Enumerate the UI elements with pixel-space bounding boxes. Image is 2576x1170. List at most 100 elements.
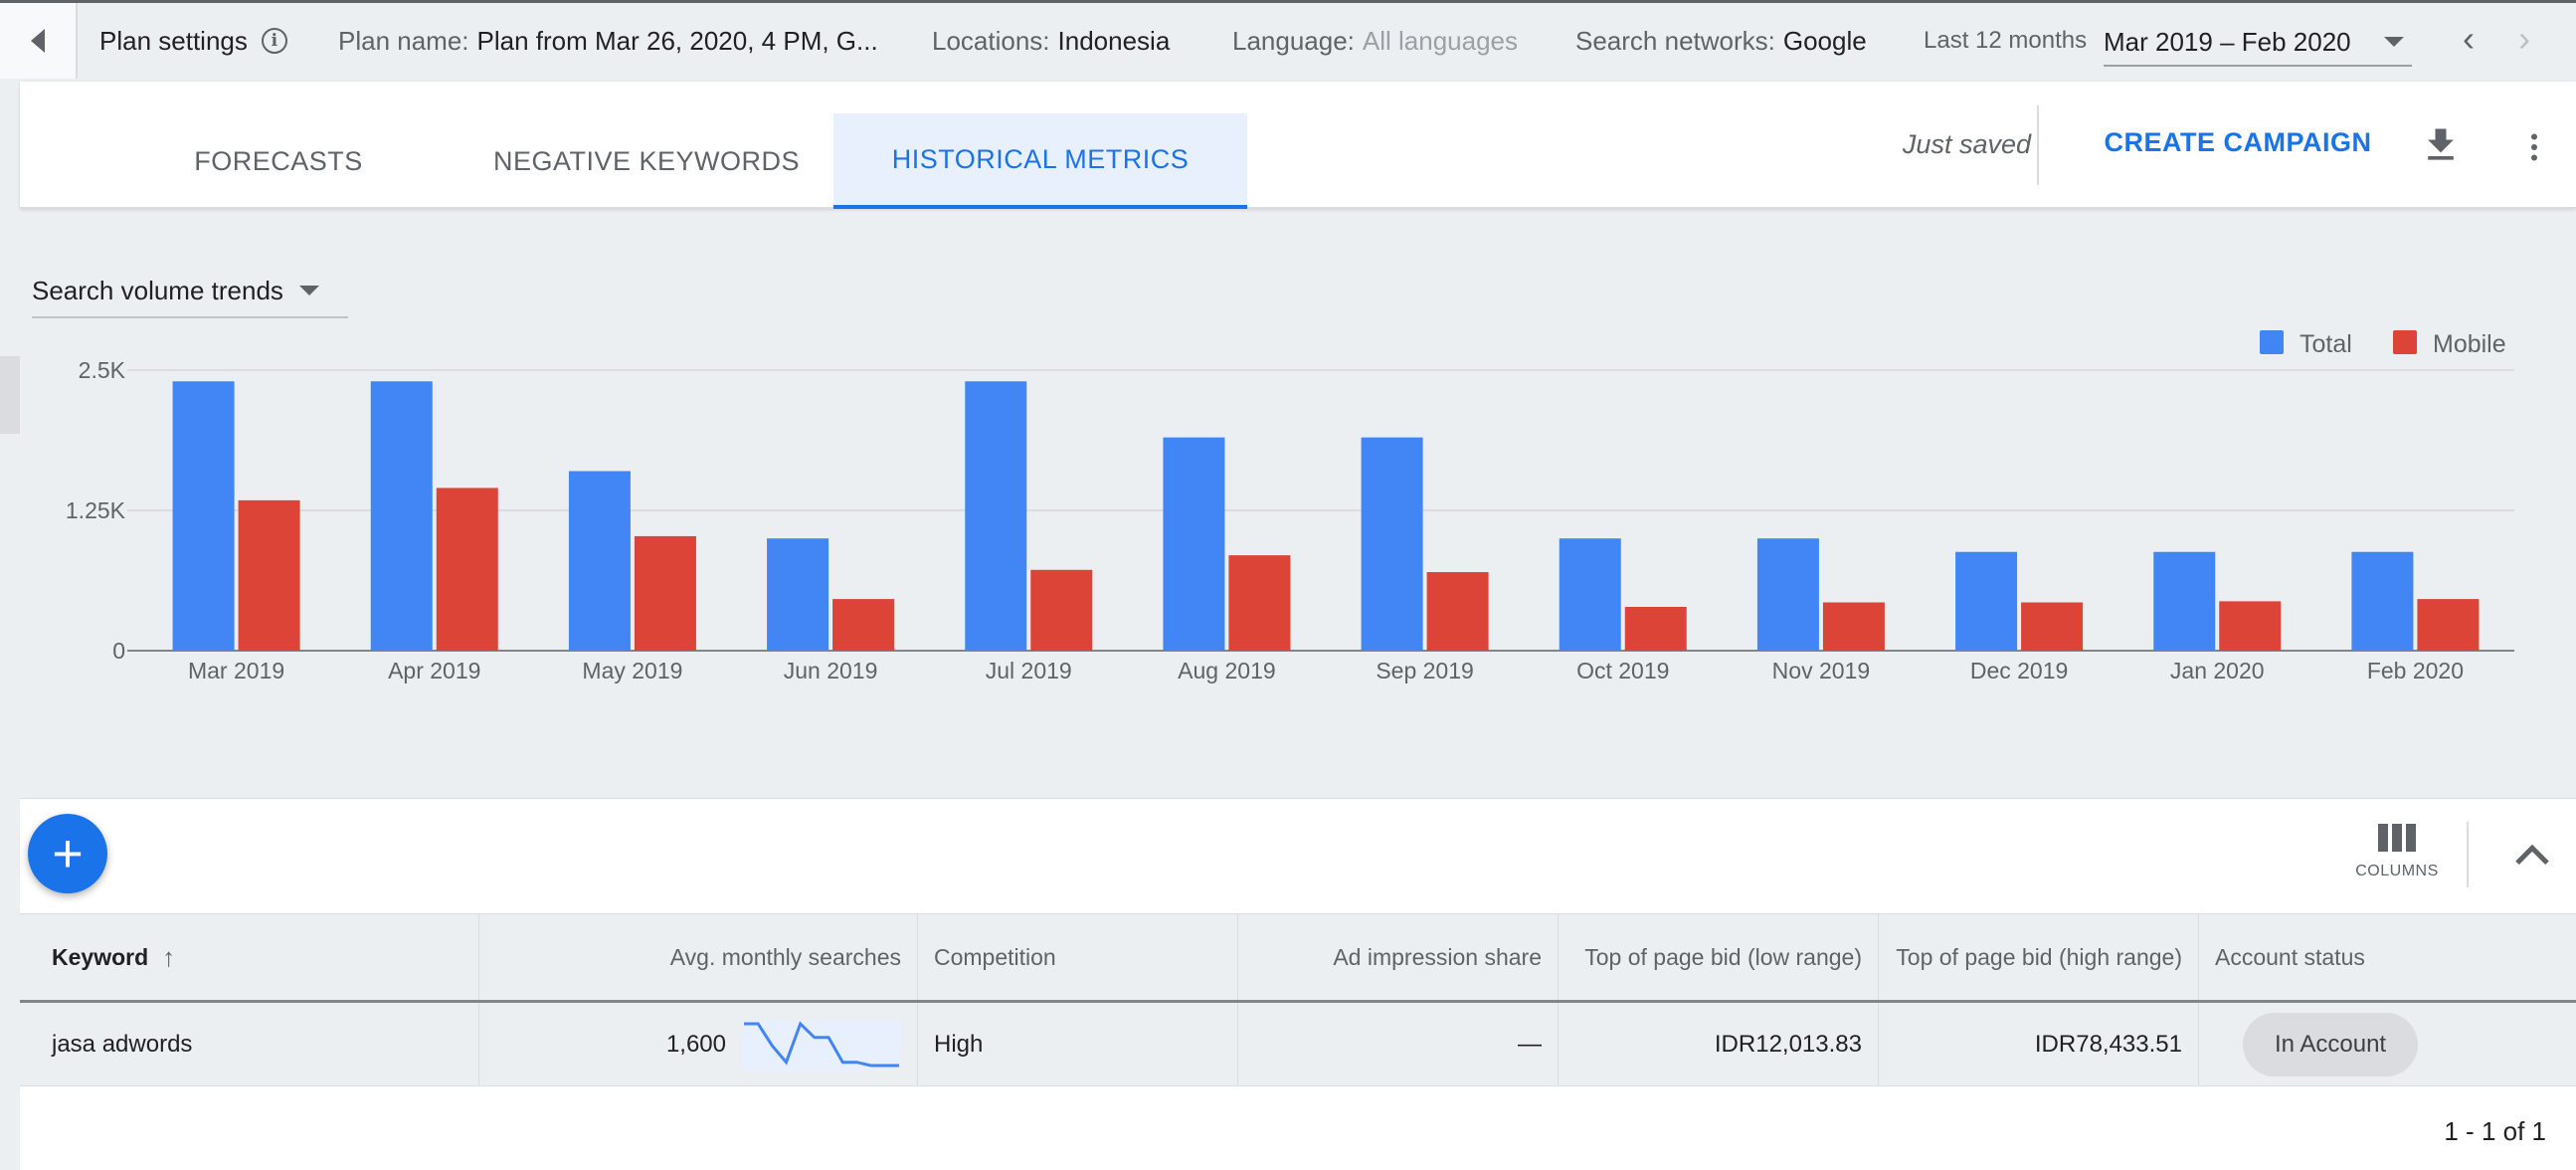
language-label: Language: (1232, 25, 1355, 56)
legend-label: Mobile (2433, 330, 2506, 358)
language[interactable]: Language: All languages (1232, 3, 1518, 79)
locations-label: Locations: (932, 25, 1050, 56)
bar-total (370, 381, 433, 651)
divider (2467, 822, 2469, 887)
bar-total (1361, 437, 1423, 651)
bar-total (1955, 551, 2018, 651)
bar-mobile (1228, 555, 1291, 651)
collapse-sidebar-button[interactable] (0, 3, 78, 79)
download-icon[interactable] (2419, 123, 2463, 167)
info-icon[interactable]: i (261, 28, 287, 54)
bar-total (172, 381, 235, 651)
tab-negative-keywords[interactable]: NEGATIVE KEYWORDS (458, 113, 835, 209)
bar-mobile (1822, 602, 1885, 651)
y-tick-label: 0 (112, 638, 125, 664)
search-volume-chart: 0 1.25K 2.5K Mar 2019 Apr 2019 May 2019 Jun 20… (66, 330, 2514, 683)
bar-mobile (238, 499, 300, 651)
tab-historical-metrics[interactable]: HISTORICAL METRICS (833, 113, 1247, 209)
plan-name-value: Plan from Mar 26, 2020, 4 PM, G... (476, 25, 878, 56)
search-networks-label: Search networks: (1575, 25, 1775, 56)
legend-swatch (2260, 330, 2284, 354)
keyword-cell: jasa adwords (20, 1003, 479, 1085)
save-status: Just saved (1902, 129, 2031, 159)
plan-settings[interactable]: Plan settings i (99, 3, 287, 79)
table-header-row: Keyword ↑ Avg. monthly searches Competit… (20, 913, 2576, 1003)
bar-mobile (436, 488, 498, 651)
date-range-label: Last 12 months (1924, 27, 2088, 54)
x-tick-label: Nov 2019 (1772, 658, 1870, 683)
bar-total (767, 538, 829, 651)
bar-total (568, 471, 631, 651)
sparkline-background (742, 1019, 901, 1070)
bar-mobile (2219, 601, 2282, 651)
bid-low-cell: IDR12,013.83 (1559, 1003, 1879, 1085)
col-avg-searches[interactable]: Avg. monthly searches (479, 914, 918, 1000)
bar-mobile (1030, 569, 1093, 651)
date-range-select[interactable]: Mar 2019 – Feb 2020 (2104, 19, 2412, 67)
bar-mobile (2021, 602, 2084, 651)
chevron-left-icon[interactable]: ‹ (2463, 21, 2475, 57)
bar-mobile (1426, 572, 1489, 651)
x-tick-label: Jul 2019 (986, 658, 1072, 683)
columns-icon (2378, 824, 2416, 852)
bid-high-cell: IDR78,433.51 (1879, 1003, 2199, 1085)
dropdown-arrow-icon (2384, 37, 2404, 47)
date-range-value: Mar 2019 – Feb 2020 (2104, 26, 2351, 57)
bar-total (1559, 538, 1621, 651)
col-bid-high[interactable]: Top of page bid (high range) (1879, 914, 2199, 1000)
plan-settings-label: Plan settings (99, 25, 248, 56)
bar-total (2153, 551, 2216, 651)
impression-share-cell: — (1238, 1003, 1559, 1085)
locations[interactable]: Locations: Indonesia (932, 3, 1170, 79)
x-tick-label: Aug 2019 (1178, 658, 1275, 683)
plan-name[interactable]: Plan name: Plan from Mar 26, 2020, 4 PM,… (338, 3, 878, 79)
bar-mobile (2417, 599, 2480, 651)
add-keyword-button[interactable]: + (28, 814, 107, 893)
x-tick-label: Mar 2019 (188, 658, 284, 683)
col-bid-low[interactable]: Top of page bid (low range) (1559, 914, 1879, 1000)
avg-searches-value: 1,600 (665, 1030, 726, 1058)
tab-forecasts[interactable]: FORECASTS (129, 113, 428, 209)
create-campaign-button[interactable]: CREATE CAMPAIGN (2099, 127, 2377, 158)
legend-label: Total (2300, 330, 2352, 358)
x-tick-label: Jan 2020 (2170, 658, 2265, 683)
chevron-right-icon[interactable]: › (2518, 21, 2530, 57)
table-row[interactable]: jasa adwords 1,600 High — IDR12,013.83 I… (20, 1003, 2576, 1086)
bar-total (1163, 437, 1225, 651)
search-networks[interactable]: Search networks: Google (1575, 3, 1867, 79)
x-tick-label: Apr 2019 (388, 658, 480, 683)
col-impression-share[interactable]: Ad impression share (1238, 914, 1559, 1000)
avg-searches-cell: 1,600 (479, 1003, 918, 1085)
x-tick-label: Sep 2019 (1376, 658, 1473, 683)
table-toolbar (20, 798, 2576, 913)
arrow-left-icon (31, 29, 45, 53)
y-tick-label: 1.25K (66, 497, 126, 523)
x-tick-label: Feb 2020 (2367, 658, 2464, 683)
divider (2037, 105, 2039, 185)
y-tick-label: 2.5K (79, 357, 126, 383)
dropdown-arrow-icon (298, 286, 319, 295)
trend-sparkline (742, 1019, 901, 1070)
bar-total (1756, 538, 1819, 651)
col-keyword-label: Keyword (52, 944, 149, 970)
pagination-label: 1 - 1 of 1 (2444, 1116, 2546, 1146)
col-keyword[interactable]: Keyword ↑ (20, 914, 479, 1000)
account-status-badge: In Account (2243, 1012, 2419, 1076)
sort-ascending-icon[interactable]: ↑ (162, 942, 175, 972)
bar-total (965, 381, 1027, 651)
table-footer: 1 - 1 of 1 (20, 1086, 2576, 1170)
col-competition[interactable]: Competition (918, 914, 1238, 1000)
x-tick-label: Dec 2019 (1970, 658, 2068, 683)
bar-mobile (832, 599, 895, 651)
bar-total (2351, 551, 2414, 651)
more-vert-icon[interactable] (2516, 125, 2552, 169)
search-networks-value: Google (1782, 25, 1867, 56)
locations-value: Indonesia (1057, 25, 1171, 56)
collapse-up-icon[interactable] (2512, 840, 2552, 870)
legend-swatch (2393, 330, 2417, 354)
x-tick-label: Oct 2019 (1576, 658, 1669, 683)
col-account-status[interactable]: Account status (2199, 914, 2576, 1000)
language-value: All languages (1362, 25, 1519, 56)
x-tick-label: Jun 2019 (784, 658, 878, 683)
columns-button[interactable]: COLUMNS (2347, 824, 2447, 899)
